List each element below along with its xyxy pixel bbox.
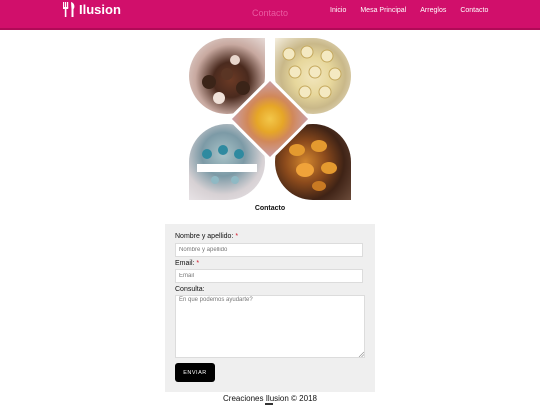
nav-item-contacto[interactable]: Contacto bbox=[460, 5, 488, 17]
ghost-page-title: Contacto bbox=[252, 8, 289, 18]
message-label: Consulta: bbox=[175, 286, 205, 293]
email-label: Email: * bbox=[175, 260, 200, 267]
nav-item-mesa-principal[interactable]: Mesa Principal bbox=[360, 5, 406, 17]
resize-handle-icon[interactable] bbox=[358, 351, 364, 357]
fork-knife-icon bbox=[63, 1, 75, 17]
logo-text: Ilusion bbox=[79, 1, 121, 17]
section-title: Contacto bbox=[254, 205, 286, 212]
required-marker: * bbox=[235, 233, 239, 240]
required-marker: * bbox=[196, 260, 200, 267]
footer-copyright: Creaciones Ilusion © 2018 bbox=[223, 394, 317, 403]
photo-collage bbox=[189, 38, 351, 200]
submit-button[interactable]: ENVIAR bbox=[175, 363, 215, 382]
name-input[interactable] bbox=[175, 243, 363, 257]
nav-item-inicio[interactable]: Inicio bbox=[330, 5, 346, 17]
site-header: Ilusion Contacto Inicio Mesa Principal A… bbox=[0, 0, 540, 30]
main-nav: Inicio Mesa Principal Arreglos Contacto bbox=[330, 5, 502, 17]
name-label: Nombre y apellido: * bbox=[175, 233, 239, 240]
message-textarea[interactable] bbox=[175, 295, 365, 358]
page: Ilusion Contacto Inicio Mesa Principal A… bbox=[0, 0, 540, 405]
contact-form: Nombre y apellido: * Email: * Consulta: … bbox=[165, 224, 375, 392]
email-input[interactable] bbox=[175, 269, 363, 283]
site-logo[interactable]: Ilusion bbox=[62, 1, 121, 17]
nav-item-arreglos[interactable]: Arreglos bbox=[420, 5, 446, 17]
